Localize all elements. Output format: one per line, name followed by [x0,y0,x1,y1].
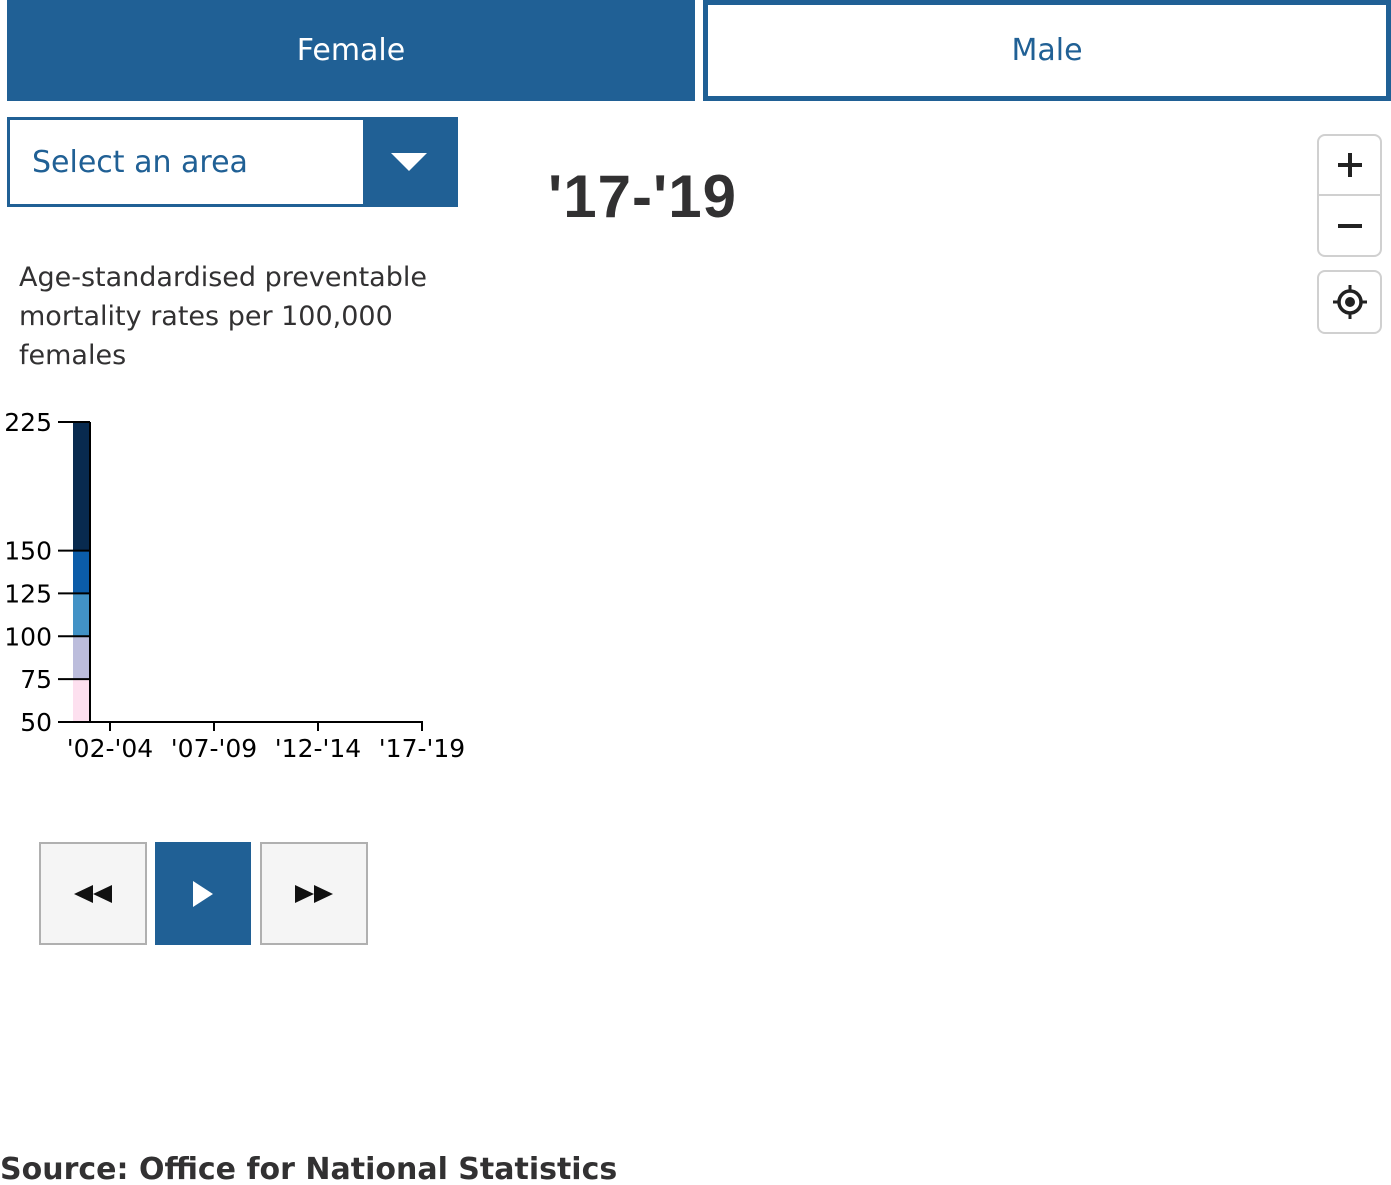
legend-description: Age-standardised preventable mortality r… [19,262,427,371]
legend-chart: 50 75 100 125 150 225 '02-'04 '07-'09 '12-'14 '17… [4,408,465,763]
period-heading: '17-'19 [548,163,737,230]
area-select-toggle[interactable] [363,120,455,204]
y-tick-label: 150 [4,537,52,566]
legend-color-segment [73,593,90,637]
chevron-down-icon [391,153,427,171]
play-icon [193,880,213,907]
zoom-out-button[interactable] [1319,196,1380,255]
fast-forward-icon [295,884,333,903]
female-toggle-button[interactable]: Female [7,0,695,101]
locate-control [1317,270,1382,334]
legend-color-segment [73,550,90,594]
crosshair-icon [1332,285,1367,319]
x-tick-label: '17-'19 [379,734,465,763]
fast-forward-button[interactable] [260,842,368,945]
minus-icon [1337,224,1362,228]
zoom-controls [1317,134,1382,257]
page: Female Male Select an area '17-'19 Age-s… [0,0,1391,1185]
rewind-button[interactable] [39,842,147,945]
area-select-label: Select an area [32,144,248,180]
zoom-in-button[interactable] [1319,136,1380,196]
locate-button[interactable] [1319,272,1380,332]
male-toggle-label: Male [1011,33,1083,68]
y-tick-label: 50 [20,708,52,737]
x-tick-label: '02-'04 [67,734,153,763]
rewind-icon [74,884,112,903]
y-tick-label: 125 [4,579,52,608]
play-button[interactable] [155,842,251,945]
y-tick-label: 100 [4,622,52,651]
legend-color-segment [73,636,90,680]
source-attribution: Source: Office for National Statistics [0,1152,618,1185]
plus-icon [1337,153,1362,177]
legend-color-segment [73,422,90,551]
y-tick-label: 225 [4,408,52,437]
x-tick-label: '07-'09 [171,734,257,763]
female-toggle-label: Female [296,33,406,68]
area-select-dropdown[interactable]: Select an area [7,117,458,207]
x-tick-label: '12-'14 [275,734,361,763]
y-tick-label: 75 [20,665,52,694]
male-toggle-button[interactable]: Male [703,0,1391,101]
legend-color-segment [73,679,90,722]
